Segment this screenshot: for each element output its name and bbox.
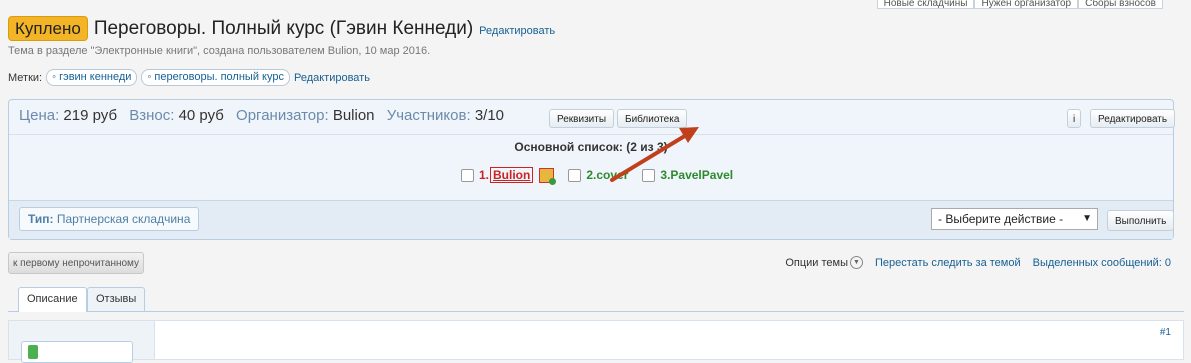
- participants-value: 3/10: [474, 107, 505, 124]
- type-value: Партнерская складчина: [56, 212, 191, 226]
- top-nav-organizer[interactable]: Нужен организатор: [974, 0, 1079, 9]
- first-post: #1: [8, 320, 1184, 363]
- member-checkbox[interactable]: [568, 168, 582, 182]
- gift-icon: [539, 167, 557, 185]
- member-checkbox[interactable]: [642, 168, 656, 182]
- tag-label: переговоры. полный курс: [154, 71, 284, 83]
- member-item: 3. PavelPavel: [642, 168, 733, 182]
- price-label: Цена:: [19, 107, 60, 124]
- tag-item[interactable]: ◦ гэвин кеннеди: [46, 69, 138, 86]
- requisites-button[interactable]: Реквизиты: [549, 109, 615, 128]
- members-list: 1. Bulion 2. cover 3. PavelPavel: [461, 167, 747, 185]
- top-nav: Новые складчины Нужен организатор Сборы …: [876, 0, 1163, 9]
- dropdown-arrow-icon: ▼: [1082, 213, 1092, 224]
- fee-label: Взнос:: [129, 107, 175, 124]
- title-edit-link[interactable]: Редактировать: [479, 25, 555, 37]
- tags-label: Метки:: [8, 71, 43, 84]
- thread-meta: Тема в разделе "Электронные книги", созд…: [8, 45, 431, 57]
- tags-edit-link[interactable]: Редактировать: [294, 72, 370, 84]
- page-title: Переговоры. Полный курс (Гэвин Кеннеди): [93, 17, 474, 39]
- library-button[interactable]: Библиотека: [617, 109, 688, 128]
- type-box: Тип: Партнерская складчина: [19, 207, 200, 231]
- type-label: Тип:: [28, 212, 54, 226]
- tag-item[interactable]: ◦ переговоры. полный курс: [141, 69, 290, 86]
- panel-edit-button[interactable]: Редактировать: [1090, 109, 1176, 128]
- action-select[interactable]: - Выберите действие - ▼: [931, 208, 1098, 230]
- fee-value: 40 руб: [178, 107, 224, 124]
- thread-options-menu[interactable]: Опции темы ▼: [785, 256, 863, 269]
- action-select-value: - Выберите действие -: [938, 212, 1064, 226]
- member-item: 2. cover: [568, 168, 628, 182]
- member-number: 3.: [660, 168, 671, 182]
- execute-button[interactable]: Выполнить: [1107, 210, 1175, 231]
- main-list-title: Основной список: (2 из 3): [514, 140, 668, 154]
- selected-messages-label: Выделенных сообщений:: [1032, 256, 1162, 269]
- participants-label: Участников:: [386, 107, 471, 124]
- avatar[interactable]: [21, 341, 133, 363]
- member-number: 2.: [586, 168, 597, 182]
- organizer-label: Организатор:: [236, 107, 329, 124]
- member-number: 1.: [479, 168, 490, 182]
- purchase-info: Цена: 219 руб Взнос: 40 руб Организатор:…: [19, 107, 504, 124]
- price-value: 219 руб: [63, 107, 118, 124]
- stop-watching-link[interactable]: Перестать следить за темой: [875, 257, 1021, 269]
- purchase-panel: Цена: 219 руб Взнос: 40 руб Организатор:…: [8, 99, 1176, 240]
- member-name[interactable]: PavelPavel: [670, 168, 733, 182]
- post-author-sidebar: [9, 321, 155, 363]
- member-name[interactable]: Bulion: [490, 167, 534, 183]
- chevron-down-icon: ▼: [849, 256, 863, 269]
- organizer-value: Bulion: [332, 107, 375, 124]
- member-item: 1. Bulion: [461, 167, 557, 185]
- top-nav-fees[interactable]: Сборы взносов: [1078, 0, 1163, 9]
- selected-messages-count: 0: [1164, 256, 1171, 269]
- panel-header: Цена: 219 руб Взнос: 40 руб Организатор:…: [9, 100, 1176, 135]
- tab-description[interactable]: Описание: [18, 287, 87, 312]
- info-button[interactable]: i: [1067, 109, 1082, 128]
- member-checkbox[interactable]: [461, 168, 474, 182]
- member-name[interactable]: cover: [596, 168, 628, 182]
- first-unread-button[interactable]: к первому непрочитанному: [8, 252, 145, 274]
- panel-footer: Тип: Партнерская складчина - Выберите де…: [9, 200, 1175, 239]
- tags-row: Метки: ◦ гэвин кеннеди ◦ переговоры. пол…: [8, 69, 370, 86]
- selected-messages-link[interactable]: Выделенных сообщений: 0: [1033, 257, 1171, 269]
- post-number-link[interactable]: #1: [1160, 327, 1171, 338]
- content-tabs: Описание Отзывы: [8, 287, 1184, 312]
- tag-label: гэвин кеннеди: [59, 71, 132, 83]
- thread-options-label: Опции темы: [785, 256, 848, 269]
- tab-reviews[interactable]: Отзывы: [87, 287, 146, 311]
- top-nav-new[interactable]: Новые складчины: [876, 0, 975, 9]
- thread-title-row: Куплено Переговоры. Полный курс (Гэвин К…: [8, 16, 555, 41]
- status-badge: Куплено: [8, 16, 88, 41]
- thread-toolbar: Опции темы ▼ Перестать следить за темой …: [785, 256, 1171, 269]
